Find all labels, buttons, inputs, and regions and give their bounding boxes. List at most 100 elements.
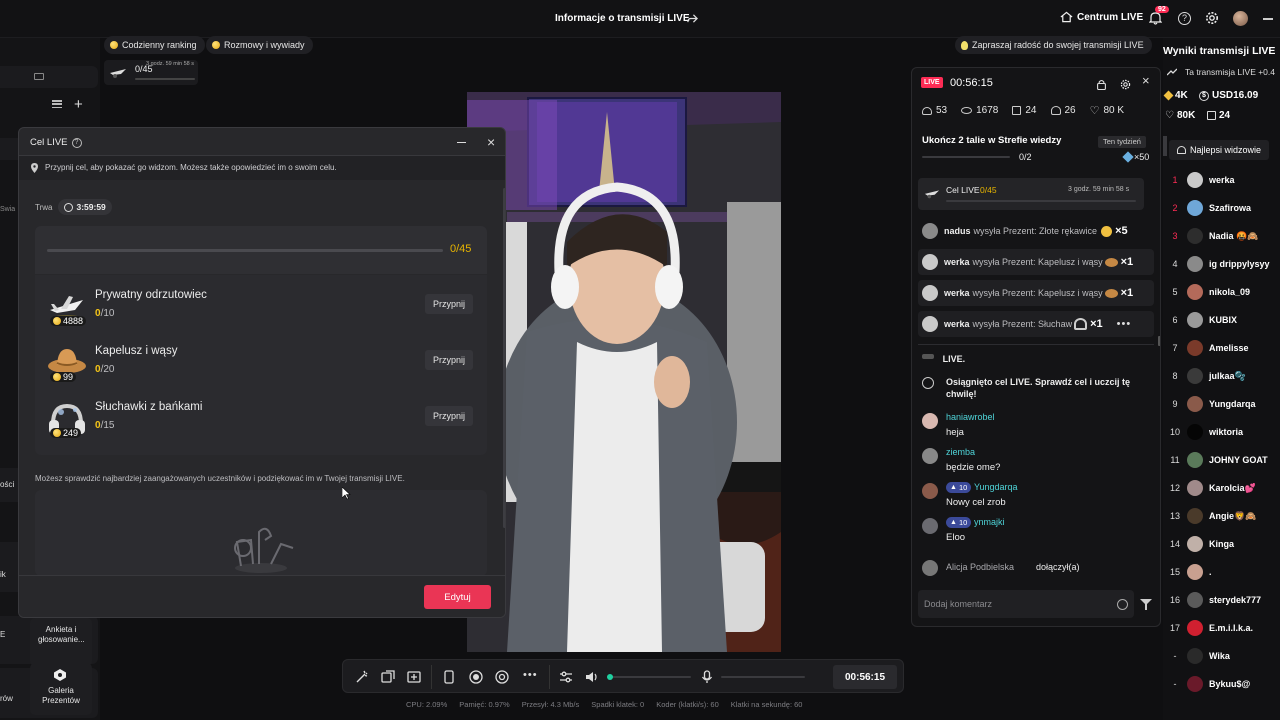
- viewer-name: julkaa🫧: [1209, 370, 1246, 381]
- gift-price: 4888: [50, 316, 87, 326]
- viewer-row[interactable]: 2 Szafirowa: [1163, 194, 1280, 222]
- home-icon: [1060, 11, 1073, 23]
- screen-icon: [34, 73, 44, 80]
- close-icon[interactable]: ×: [1142, 73, 1150, 88]
- viewer-rank: 12: [1169, 483, 1180, 493]
- pin-button[interactable]: Przypnij: [425, 350, 474, 370]
- gift-scrollbar[interactable]: [1158, 336, 1160, 346]
- add-media-icon[interactable]: [407, 670, 421, 684]
- viewer-row[interactable]: 10 wiktoria: [1163, 418, 1280, 446]
- more-icon[interactable]: •••: [1117, 318, 1132, 330]
- pin-button[interactable]: Przypnij: [425, 294, 474, 314]
- gift-username: nadus: [944, 226, 971, 236]
- add-icon[interactable]: +: [74, 96, 83, 113]
- gift-text: wysyła Prezent: Złote rękawice: [973, 226, 1098, 236]
- diamonds-stat: 4K: [1163, 90, 1188, 101]
- trend-text: Ta transmisja LIVE +0.4: [1185, 67, 1276, 77]
- viewer-name: nikola_09: [1209, 287, 1251, 297]
- settings-icon[interactable]: [1205, 11, 1219, 25]
- viewer-row[interactable]: 14 Kinga: [1163, 530, 1280, 558]
- gift-progress-target: /15: [100, 420, 115, 431]
- avatar: [922, 560, 938, 576]
- viewer-rank: -: [1173, 651, 1177, 661]
- daily-ranking-chip[interactable]: Codzienny ranking: [104, 36, 205, 54]
- gift-gallery-button[interactable]: Galeria Prezentów: [30, 663, 92, 715]
- pin-button[interactable]: Przypnij: [425, 406, 474, 426]
- viewer-name: Yungdarqa: [1209, 399, 1256, 409]
- settings-icon[interactable]: [1120, 77, 1131, 90]
- viewer-name: KUBIX: [1209, 315, 1238, 325]
- avatar: [922, 354, 934, 359]
- mini-goal-widget[interactable]: 0/45 3 godz. 59 min 58 s: [104, 60, 198, 85]
- chat-message: ▲ 10 ynmajki Eloo: [922, 517, 1152, 547]
- live-center-button[interactable]: Centrum LIVE: [1060, 11, 1143, 23]
- viewer-name: Nadia 🤬🙈: [1209, 230, 1259, 241]
- help-icon[interactable]: ?: [71, 137, 82, 148]
- gift-name: Kapelusz i wąsy: [95, 345, 178, 357]
- comment-input[interactable]: Dodaj komentarz: [918, 590, 1134, 618]
- edit-button[interactable]: Edytuj: [424, 585, 491, 609]
- gift-progress: 0/10: [95, 308, 114, 319]
- avatar: [1187, 228, 1203, 244]
- notifications-button[interactable]: 92: [1148, 6, 1169, 25]
- interviews-chip[interactable]: Rozmowy i wywiady: [206, 36, 313, 54]
- viewer-row[interactable]: 9 Yungdarqa: [1163, 390, 1280, 418]
- viewer-row[interactable]: 5 nikola_09: [1163, 278, 1280, 306]
- viewer-row[interactable]: - Wika: [1163, 642, 1280, 670]
- jet-icon: [924, 190, 940, 199]
- volume-slider[interactable]: [607, 674, 691, 680]
- viewer-row[interactable]: 7 Amelisse: [1163, 334, 1280, 362]
- modal-scrollbar[interactable]: [503, 188, 505, 528]
- close-icon[interactable]: ×: [487, 135, 495, 149]
- magic-wand-icon[interactable]: [355, 670, 369, 684]
- emoji-icon[interactable]: [1117, 599, 1128, 610]
- volume-icon[interactable]: [585, 670, 599, 684]
- viewer-row[interactable]: 15.: [1163, 558, 1280, 586]
- microphone-icon[interactable]: [701, 670, 713, 684]
- viewer-rank: 8: [1172, 371, 1178, 381]
- invite-chip[interactable]: Zapraszaj radość do swojej transmisji LI…: [955, 36, 1152, 54]
- viewer-name: Angie🦁🙈: [1209, 510, 1257, 521]
- viewer-row[interactable]: 13 Angie🦁🙈: [1163, 502, 1280, 530]
- share-icon[interactable]: [686, 12, 698, 24]
- viewer-row[interactable]: - Bykuu$@: [1163, 670, 1280, 698]
- avatar: [1187, 564, 1203, 580]
- viewer-row[interactable]: 12 Karolcia💕: [1163, 474, 1280, 502]
- send-icon[interactable]: [1140, 599, 1152, 610]
- list-icon[interactable]: [52, 100, 62, 109]
- viewer-row[interactable]: 11 JOHNY GOAT: [1163, 446, 1280, 474]
- top-viewers-tab[interactable]: Najlepsi widzowie: [1169, 140, 1270, 160]
- minimize-icon[interactable]: [1263, 18, 1273, 20]
- sidebar-partial-label: ości: [0, 480, 15, 489]
- camera-switch-icon[interactable]: [495, 670, 509, 684]
- viewer-row[interactable]: 6 KUBIX: [1163, 306, 1280, 334]
- sliders-icon[interactable]: [559, 670, 573, 684]
- lock-icon[interactable]: [1097, 77, 1106, 91]
- avatar: [1187, 648, 1203, 664]
- poll-button[interactable]: Ankieta i głosowanie...: [30, 618, 92, 666]
- avatar: [1187, 424, 1203, 440]
- avatar: [922, 518, 938, 534]
- mic-slider[interactable]: [721, 676, 805, 678]
- record-icon[interactable]: [469, 670, 483, 684]
- goal-card[interactable]: Cel LIVE 0/45 3 godz. 59 min 58 s: [918, 178, 1144, 210]
- viewer-row[interactable]: 16 sterydek777: [1163, 586, 1280, 614]
- viewer-row[interactable]: 17 E.m.i.l.k.a.: [1163, 614, 1280, 642]
- volume-knob[interactable]: [607, 674, 613, 680]
- minimize-icon[interactable]: [457, 142, 466, 144]
- divider: [549, 665, 550, 689]
- coin-icon: [53, 373, 61, 381]
- viewer-row[interactable]: 1 werka: [1163, 166, 1280, 194]
- left-nav-item[interactable]: [0, 66, 98, 88]
- viewer-row[interactable]: 8 julkaa🫧: [1163, 362, 1280, 390]
- avatar[interactable]: [1233, 11, 1248, 26]
- viewer-row[interactable]: 3 Nadia 🤬🙈: [1163, 222, 1280, 250]
- avatar: [1187, 508, 1203, 524]
- help-icon[interactable]: ?: [1178, 12, 1191, 25]
- chat-text: będzie ome?: [946, 462, 1001, 473]
- effects-icon[interactable]: [381, 670, 395, 684]
- phone-icon[interactable]: [443, 670, 455, 684]
- more-icon[interactable]: •••: [523, 669, 538, 681]
- viewer-row[interactable]: 4 ig drippylysyy: [1163, 250, 1280, 278]
- duration-row: Trwa 3:59:59: [35, 199, 112, 215]
